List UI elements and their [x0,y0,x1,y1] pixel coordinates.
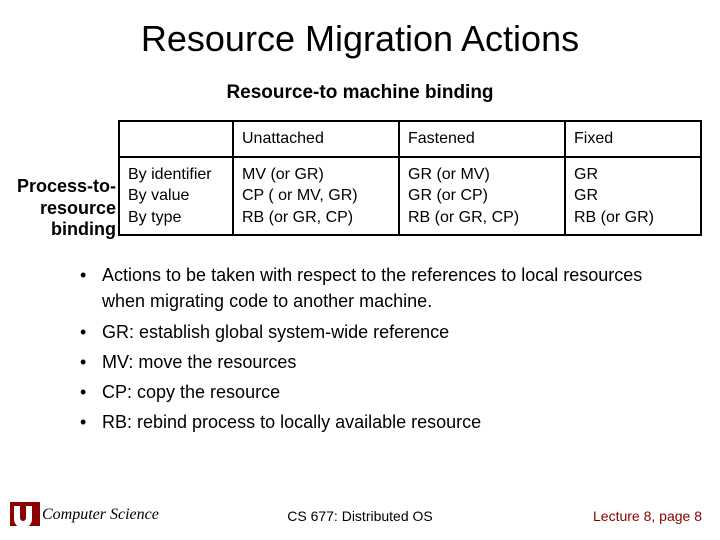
row-group-label: Process-to-resourcebinding [0,176,116,241]
footer: Computer Science CS 677: Distributed OS … [0,502,720,526]
list-item: GR: establish global system-wide referen… [80,319,680,345]
td-rowlabel: By identifierBy valueBy type [119,157,233,236]
td-fixed: GRGRRB (or GR) [565,157,701,236]
list-item: CP: copy the resource [80,379,680,405]
table-header-row: Unattached Fastened Fixed [119,121,701,157]
th-unattached: Unattached [233,121,399,157]
binding-table: Unattached Fastened Fixed By identifierB… [118,120,702,236]
table-row: By identifierBy valueBy type MV (or GR)C… [119,157,701,236]
td-unattached: MV (or GR)CP ( or MV, GR)RB (or GR, CP) [233,157,399,236]
list-item: MV: move the resources [80,349,680,375]
th-fixed: Fixed [565,121,701,157]
bullet-list: Actions to be taken with respect to the … [80,262,680,435]
slide: Resource Migration Actions Resource-to m… [0,0,720,540]
footer-page: Lecture 8, page 8 [593,508,702,524]
list-item: Actions to be taken with respect to the … [80,262,680,314]
table-title: Resource-to machine binding [0,82,720,104]
th-blank [119,121,233,157]
th-fastened: Fastened [399,121,565,157]
list-item: RB: rebind process to locally available … [80,409,680,435]
td-fastened: GR (or MV)GR (or CP)RB (or GR, CP) [399,157,565,236]
page-title: Resource Migration Actions [0,18,720,60]
table-wrap: Process-to-resourcebinding Unattached Fa… [0,120,720,236]
